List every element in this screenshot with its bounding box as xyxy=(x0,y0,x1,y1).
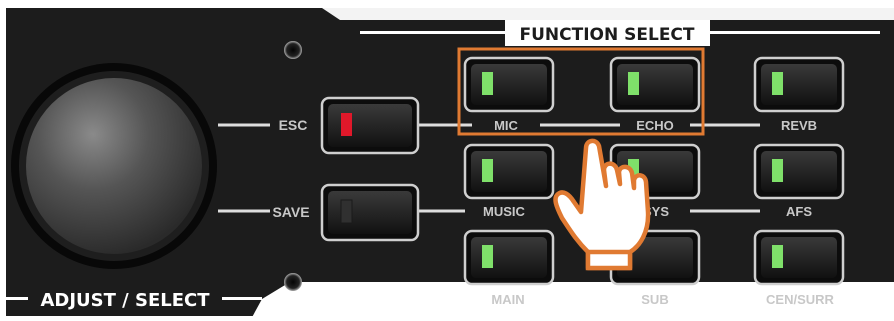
function-select-title: FUNCTION SELECT xyxy=(519,25,694,45)
control-panel-screenshot: FUNCTION SELECT ADJUST / SELECT ESC SAVE… xyxy=(0,0,894,321)
save-button[interactable] xyxy=(320,183,420,242)
function-button-main[interactable] xyxy=(463,229,555,286)
label-censurr: CEN/SURR xyxy=(766,292,835,307)
main-led xyxy=(482,245,493,268)
label-revb: REVB xyxy=(781,118,817,133)
label-echo: ECHO xyxy=(636,118,674,133)
adjust-select-title: ADJUST / SELECT xyxy=(40,290,210,311)
function-button-censurr[interactable] xyxy=(753,229,845,286)
adjust-knob[interactable] xyxy=(11,63,217,269)
screw-hole-bottom xyxy=(284,273,302,291)
label-mic: MIC xyxy=(494,118,518,133)
revb-led xyxy=(772,72,783,95)
save-led xyxy=(340,199,353,224)
label-main: MAIN xyxy=(491,292,524,307)
save-label: SAVE xyxy=(272,204,309,220)
adjust-select-footer: ADJUST / SELECT xyxy=(6,282,894,321)
esc-button[interactable] xyxy=(320,96,420,155)
function-button-afs[interactable] xyxy=(753,143,845,200)
echo-led xyxy=(628,72,639,95)
function-button-revb[interactable] xyxy=(753,56,845,113)
afs-led xyxy=(772,159,783,182)
label-sub: SUB xyxy=(641,292,668,307)
esc-led xyxy=(341,113,352,136)
esc-label: ESC xyxy=(279,117,308,133)
label-afs: AFS xyxy=(786,204,812,219)
function-button-mic[interactable] xyxy=(463,56,555,113)
music-led xyxy=(482,159,493,182)
censurr-led xyxy=(772,245,783,268)
label-music: MUSIC xyxy=(483,204,526,219)
mic-led xyxy=(482,72,493,95)
function-button-music[interactable] xyxy=(463,143,555,200)
screw-hole-top xyxy=(284,41,302,59)
function-button-echo[interactable] xyxy=(609,56,701,113)
